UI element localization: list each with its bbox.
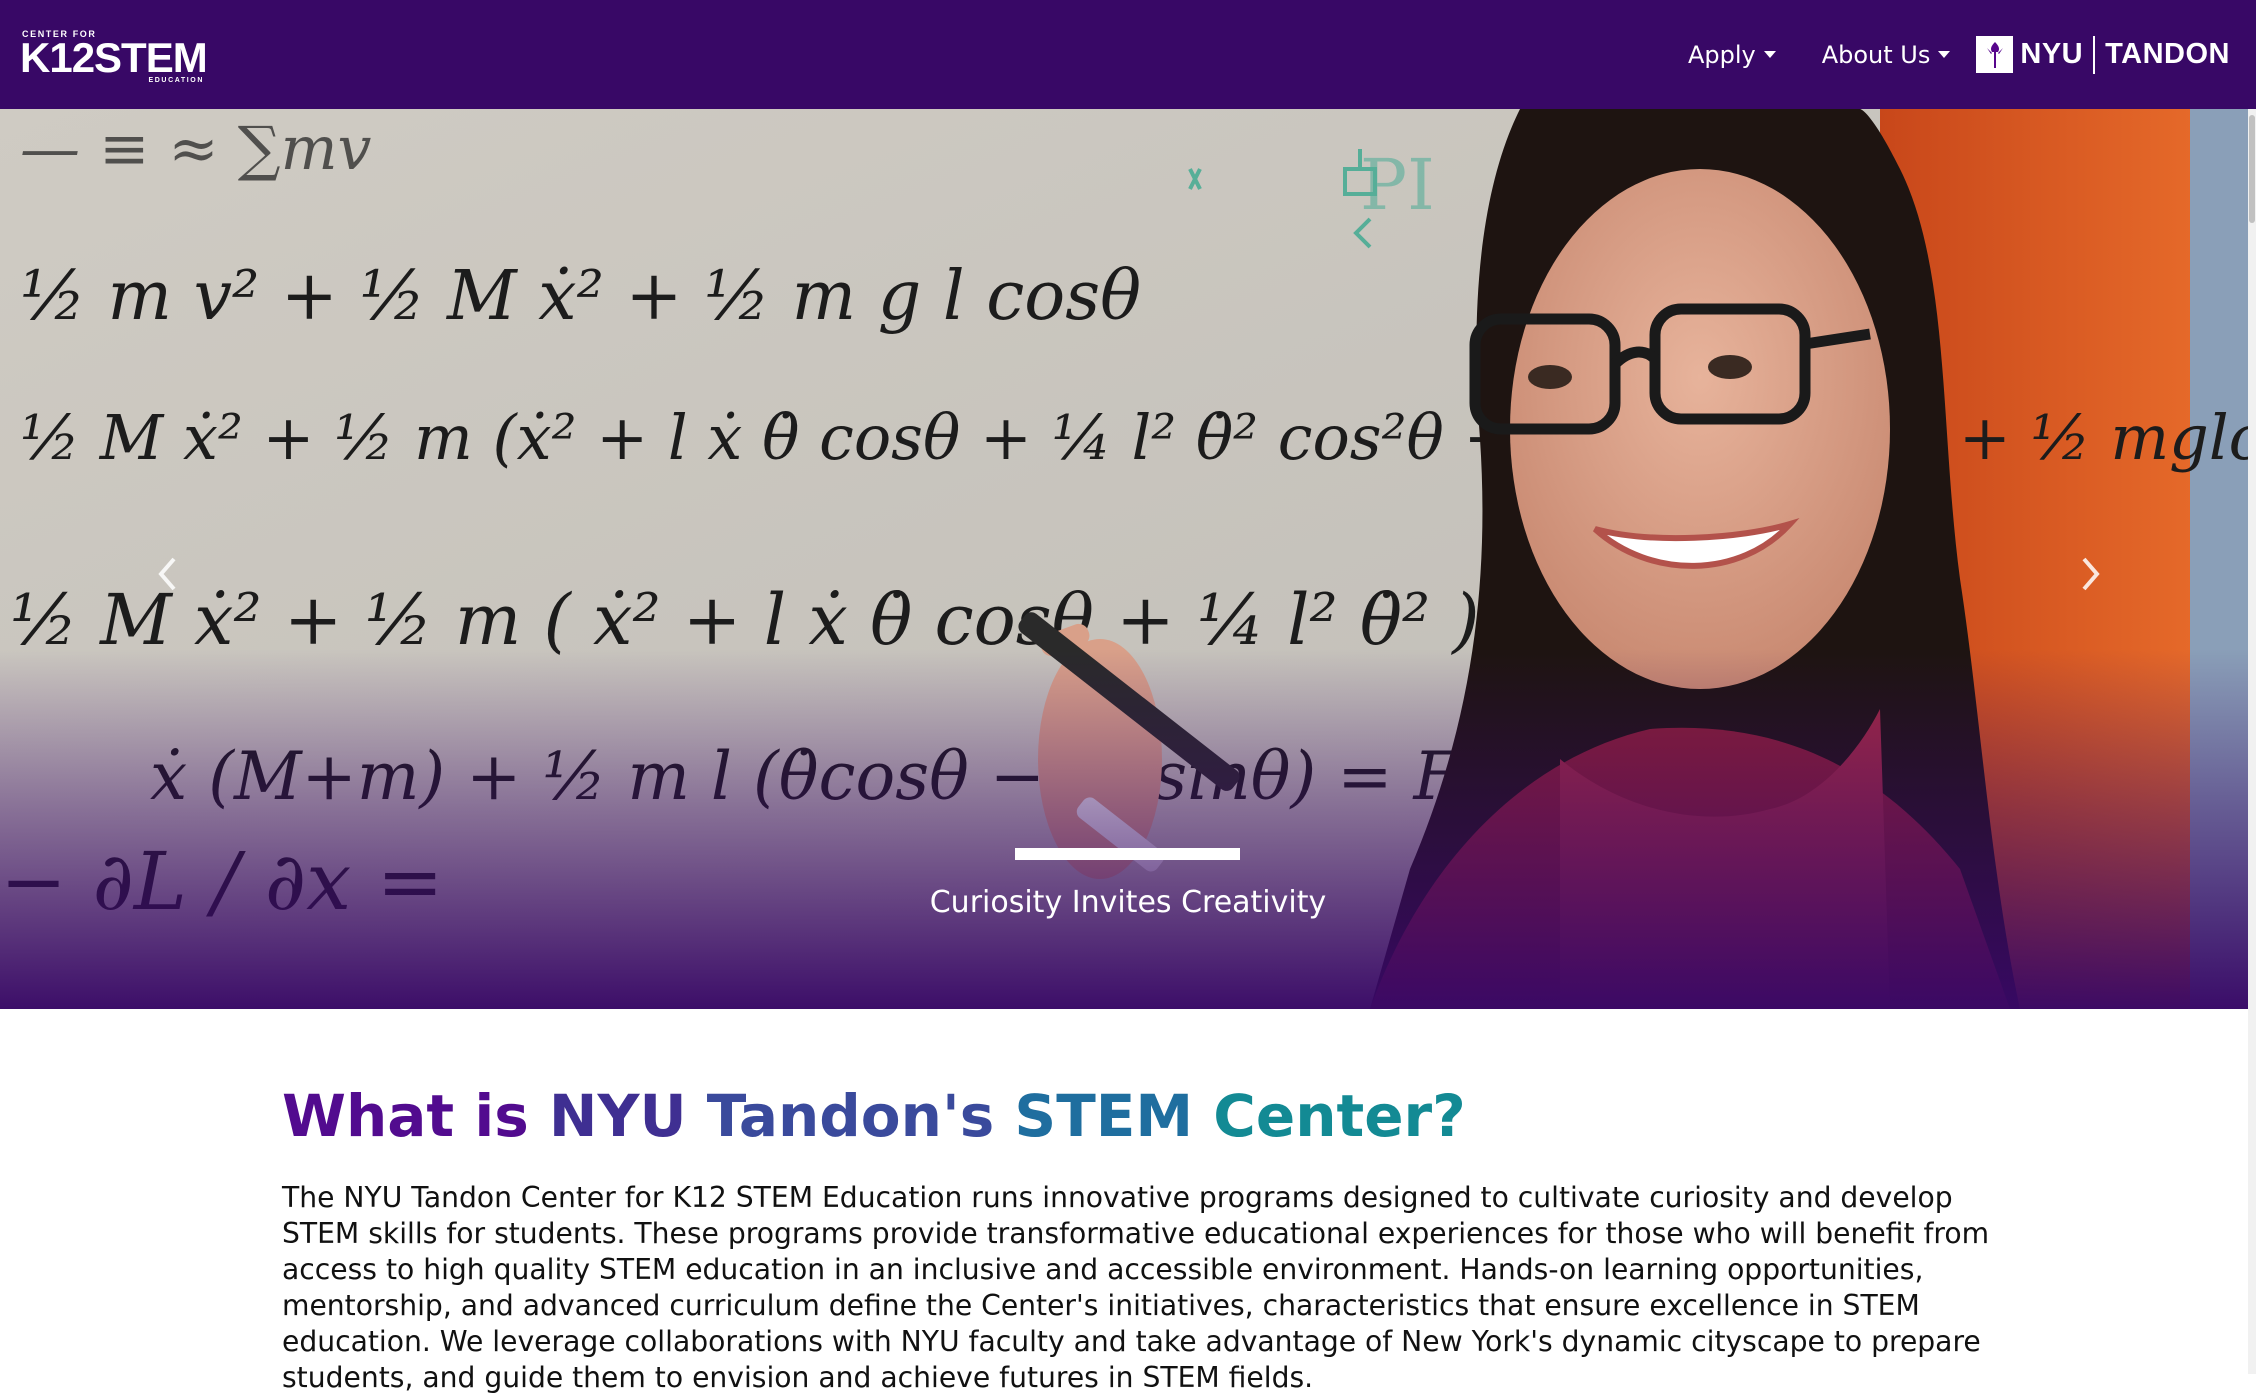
nyu-torch-icon	[1976, 36, 2014, 73]
carousel-next-button[interactable]	[2054, 539, 2124, 609]
nyu-tandon-logo[interactable]: NYU TANDON	[1976, 35, 2230, 74]
heading-part: STEM	[1014, 1082, 1214, 1150]
top-navbar: CENTER FOR K12STEM EDUCATION Apply About…	[0, 0, 2256, 109]
svg-text:— ≡ ≈ ∑mv: — ≡ ≈ ∑mv	[20, 114, 371, 184]
page-heading: What is NYU Tandon's STEM Center?	[282, 1076, 2002, 1156]
nyu-text: NYU	[2020, 38, 2084, 70]
about-us-label: About Us	[1821, 40, 1931, 69]
chevron-left-icon	[158, 557, 176, 591]
nav-menu: Apply About Us NYU TANDON	[1688, 0, 2230, 109]
carousel-indicator-active[interactable]	[1015, 848, 1240, 860]
hero-carousel: PI — ≡ ≈ ∑mv ½ m v² + ½ M ẋ² + ½ m g l c…	[0, 109, 2256, 1009]
apply-dropdown[interactable]: Apply	[1688, 41, 1776, 69]
heading-part: NYU	[548, 1082, 707, 1150]
carousel-prev-button[interactable]	[134, 539, 204, 609]
svg-text:½ m v² + ½ M ẋ² + ½ m g l co: ½ m v² + ½ M ẋ² + ½ m g l cosθ	[20, 257, 1141, 336]
caret-down-icon	[1938, 51, 1951, 58]
caret-down-icon	[1763, 51, 1776, 58]
svg-text:PI: PI	[1360, 144, 1435, 226]
chevron-right-icon	[2082, 557, 2100, 591]
heading-part: Tandon's	[706, 1082, 1015, 1150]
tandon-text: TANDON	[2105, 38, 2230, 70]
apply-label: Apply	[1687, 40, 1756, 69]
hero-caption: Curiosity Invites Creativity	[929, 885, 1327, 920]
heading-part: Center?	[1213, 1082, 1466, 1150]
logo-bottom-text: EDUCATION	[148, 76, 204, 84]
k12stem-logo[interactable]: CENTER FOR K12STEM EDUCATION	[20, 27, 208, 84]
about-us-dropdown[interactable]: About Us	[1822, 41, 1951, 69]
heading-part: What is	[282, 1082, 549, 1150]
page-scrollbar[interactable]	[2248, 109, 2256, 1374]
logo-divider	[2093, 35, 2096, 74]
main-content: What is NYU Tandon's STEM Center? The NY…	[282, 1076, 2002, 1396]
scrollbar-thumb[interactable]	[2249, 115, 2255, 223]
intro-paragraph: The NYU Tandon Center for K12 STEM Educa…	[282, 1181, 1990, 1394]
hero-gradient-overlay	[0, 649, 2256, 1009]
logo-main-text: K12STEM	[20, 33, 208, 81]
